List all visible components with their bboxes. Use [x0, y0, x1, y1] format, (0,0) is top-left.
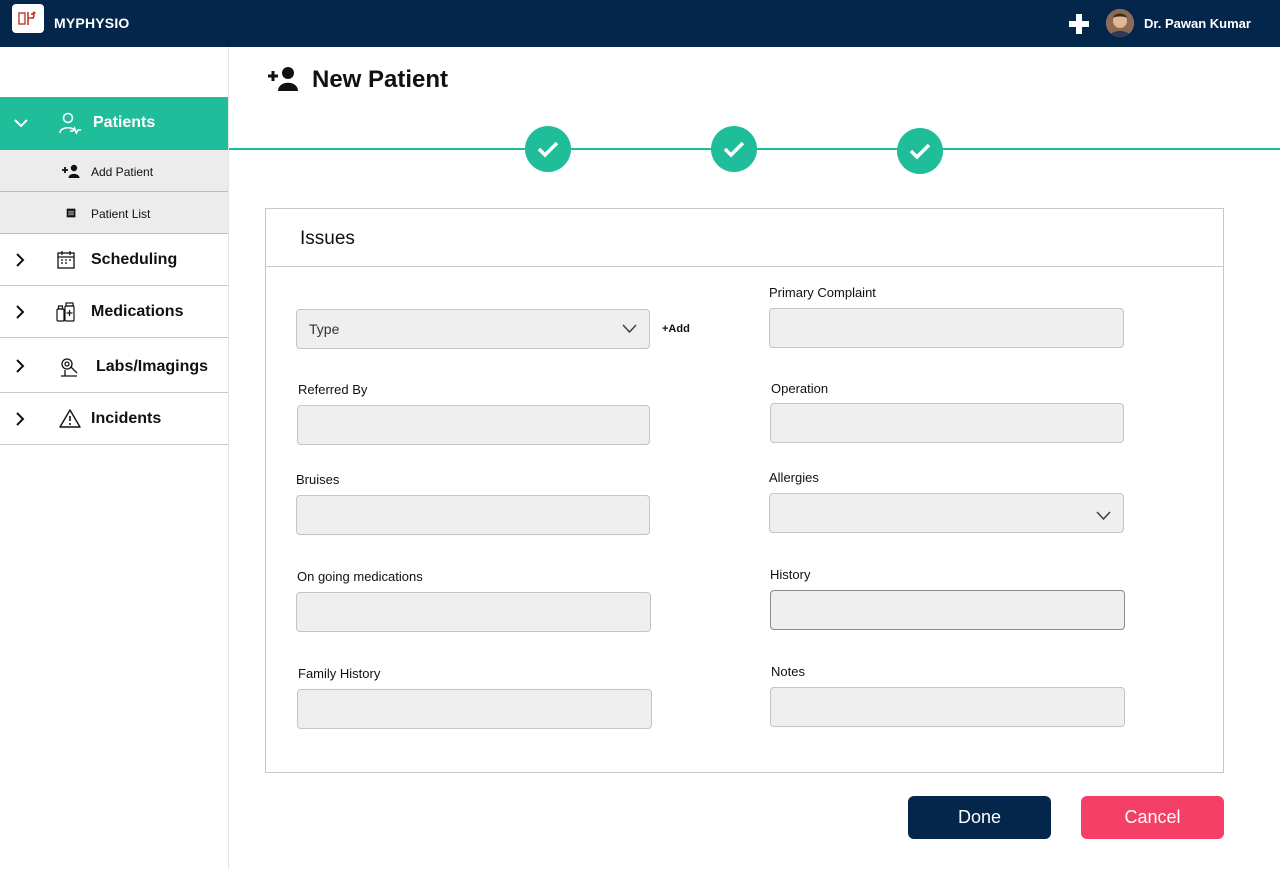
sidebar: Patients Add Patient Patient List Schedu…: [0, 47, 229, 869]
chevron-right-icon: [16, 412, 25, 426]
sidebar-item-label: Medications: [91, 303, 184, 320]
card-title: Issues: [300, 228, 355, 249]
bruises-label: Bruises: [296, 472, 340, 487]
sidebar-item-scheduling[interactable]: Scheduling: [0, 234, 228, 286]
patient-icon: [59, 112, 81, 135]
calendar-icon: [57, 251, 75, 269]
sidebar-item-label: Incidents: [91, 410, 162, 427]
microscope-icon: [61, 358, 78, 377]
operation-label: Operation: [771, 381, 829, 396]
history-label: History: [770, 567, 811, 582]
ongoing-medications-input[interactable]: [296, 592, 651, 632]
sidebar-subitem-label: Patient List: [91, 207, 151, 221]
user-name[interactable]: Dr. Pawan Kumar: [1144, 16, 1251, 31]
type-select-value: Type: [309, 321, 340, 337]
operation-input[interactable]: [770, 403, 1124, 443]
sidebar-subitem-patient-list[interactable]: Patient List: [0, 192, 228, 234]
chevron-right-icon: [16, 305, 25, 319]
medicine-bottles-icon: [56, 302, 75, 322]
cancel-button[interactable]: Cancel: [1081, 796, 1224, 839]
allergies-label: Allergies: [769, 470, 819, 485]
step-1-complete[interactable]: [525, 126, 571, 172]
done-button[interactable]: Done: [908, 796, 1051, 839]
referred-by-label: Referred By: [298, 382, 368, 397]
notes-label: Notes: [771, 664, 805, 679]
chevron-down-icon: [622, 324, 637, 334]
primary-complaint-label: Primary Complaint: [769, 285, 876, 300]
app-name: MYPHYSIO: [54, 15, 130, 31]
referred-by-input[interactable]: [297, 405, 650, 445]
sidebar-subitem-add-patient[interactable]: Add Patient: [0, 150, 228, 192]
list-icon: [66, 208, 76, 218]
check-icon: [537, 141, 559, 158]
card-header: Issues: [266, 209, 1223, 267]
ongoing-medications-label: On going medications: [297, 569, 423, 584]
step-2-complete[interactable]: [711, 126, 757, 172]
sidebar-item-medications[interactable]: Medications: [0, 286, 228, 338]
top-bar: MYPHYSIO Dr. Pawan Kumar: [0, 0, 1280, 47]
sidebar-subitem-label: Add Patient: [91, 165, 154, 179]
sidebar-item-label: Labs/Imagings: [96, 358, 209, 375]
notes-input[interactable]: [770, 687, 1125, 727]
chevron-down-icon: [14, 119, 28, 128]
family-history-label: Family History: [298, 666, 381, 681]
sidebar-item-labs-imagings[interactable]: Labs/Imagings: [0, 338, 228, 393]
primary-complaint-input[interactable]: [769, 308, 1124, 348]
chevron-right-icon: [16, 253, 25, 267]
add-plus-icon[interactable]: [1068, 13, 1090, 35]
add-type-link[interactable]: +Add: [662, 323, 690, 335]
warning-icon: [59, 409, 81, 428]
family-history-input[interactable]: [297, 689, 652, 729]
type-select[interactable]: Type: [296, 309, 650, 349]
chevron-right-icon: [16, 359, 25, 373]
sidebar-item-label: Patients: [93, 114, 156, 131]
check-icon: [723, 141, 745, 158]
chevron-down-icon: [1096, 511, 1111, 521]
bruises-input[interactable]: [296, 495, 650, 535]
add-person-icon: [62, 164, 80, 178]
add-person-icon: [268, 67, 298, 91]
sidebar-item-patients[interactable]: Patients: [0, 97, 228, 150]
history-input[interactable]: [770, 590, 1125, 630]
sidebar-item-incidents[interactable]: Incidents: [0, 393, 228, 445]
step-3-complete[interactable]: [897, 128, 943, 174]
check-icon: [909, 143, 931, 160]
app-logo-icon[interactable]: [12, 4, 44, 33]
user-avatar[interactable]: [1106, 9, 1134, 37]
page-title: New Patient: [312, 66, 449, 93]
allergies-select[interactable]: [769, 493, 1124, 533]
sidebar-item-label: Scheduling: [91, 251, 178, 268]
